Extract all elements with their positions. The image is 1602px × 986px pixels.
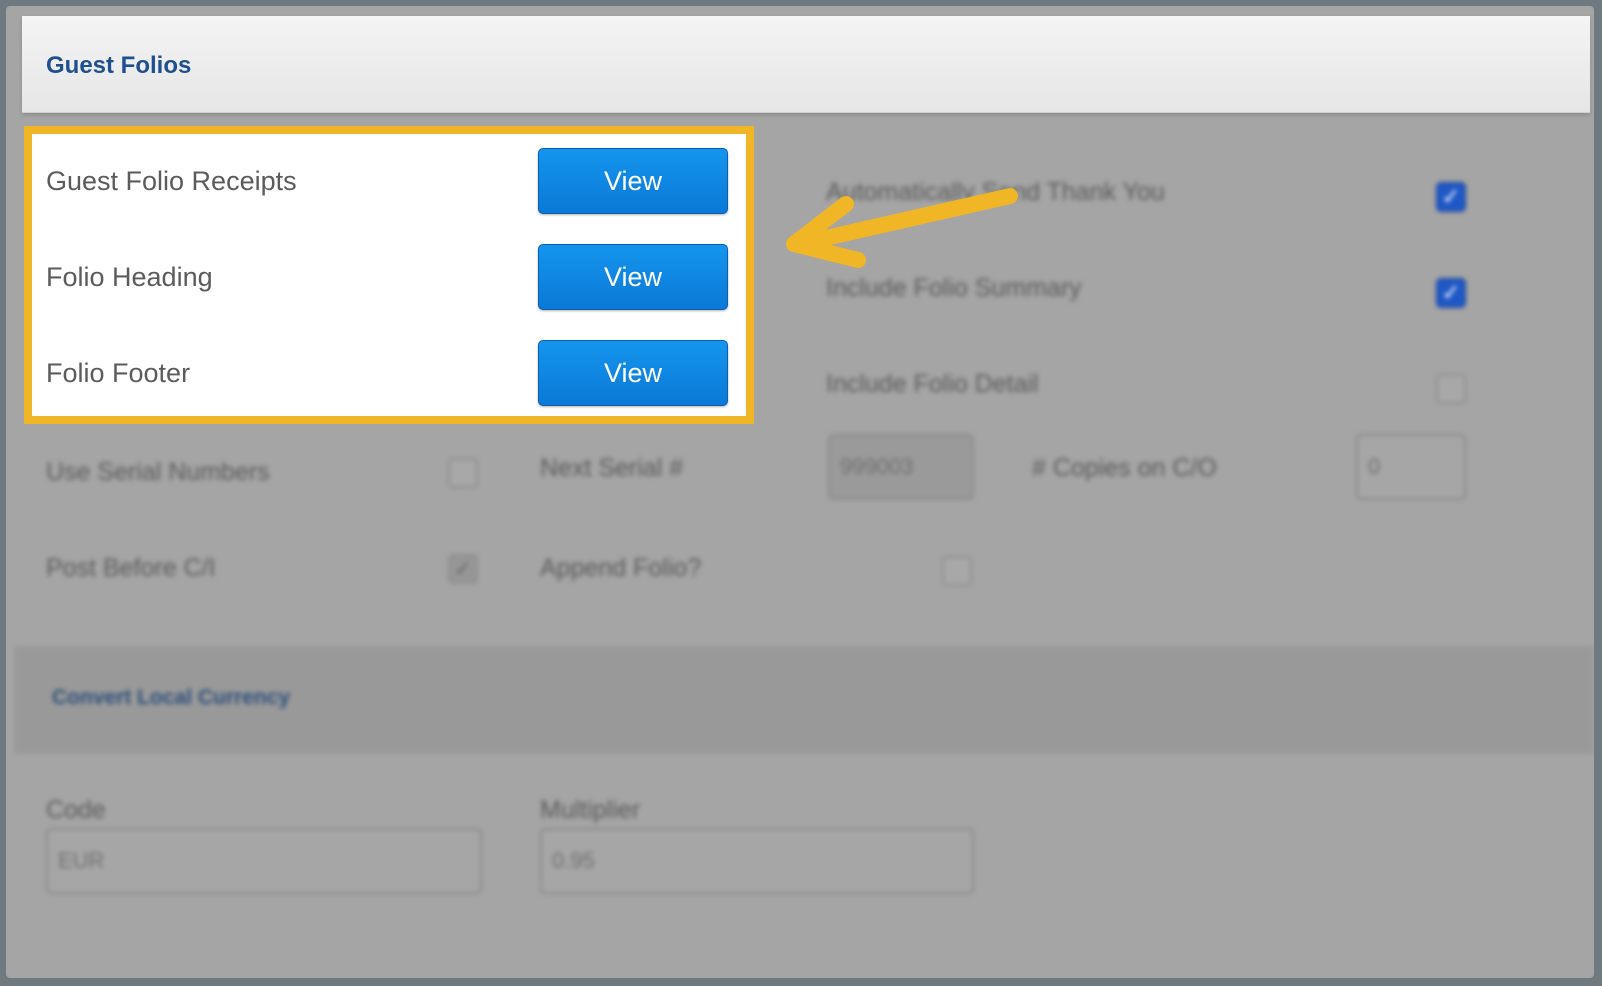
page-title: Guest Folios: [46, 52, 192, 79]
post-before-label: Post Before C/I: [46, 554, 216, 582]
use-serial-label: Use Serial Numbers: [46, 458, 270, 486]
copies-field[interactable]: 0: [1356, 434, 1466, 500]
highlighted-folio-options: Guest Folio Receipts View Folio Heading …: [24, 126, 754, 424]
append-folio-label: Append Folio?: [540, 554, 702, 582]
code-label: Code: [46, 796, 106, 824]
code-field[interactable]: EUR: [46, 828, 482, 894]
multiplier-label: Multiplier: [540, 796, 641, 824]
auto-thank-you-checkbox[interactable]: ✓: [1436, 182, 1466, 212]
view-guest-folio-receipts-button[interactable]: View: [538, 148, 728, 214]
next-serial-label: Next Serial #: [540, 454, 684, 482]
include-detail-label: Include Folio Detail: [826, 370, 1039, 398]
auto-thank-you-label: Automatically Send Thank You: [826, 178, 1165, 206]
view-folio-footer-button[interactable]: View: [538, 340, 728, 406]
copies-label: # Copies on C/O: [1032, 454, 1217, 482]
use-serial-checkbox[interactable]: [448, 458, 478, 488]
append-folio-checkbox[interactable]: [942, 556, 972, 586]
currency-section-title: Convert Local Currency: [52, 686, 291, 709]
multiplier-field[interactable]: 0.95: [540, 828, 974, 894]
view-folio-heading-button[interactable]: View: [538, 244, 728, 310]
post-before-checkbox[interactable]: ✓: [448, 554, 478, 584]
include-detail-checkbox[interactable]: [1436, 374, 1466, 404]
include-summary-label: Include Folio Summary: [826, 274, 1082, 302]
panel-header: Guest Folios: [22, 16, 1590, 113]
currency-section-header: Convert Local Currency: [14, 646, 1594, 754]
include-summary-checkbox[interactable]: ✓: [1436, 278, 1466, 308]
next-serial-field[interactable]: 999003: [828, 434, 974, 500]
guest-folio-receipts-label: Guest Folio Receipts: [46, 166, 297, 196]
folio-footer-label: Folio Footer: [46, 358, 191, 388]
folio-heading-label: Folio Heading: [46, 262, 213, 292]
